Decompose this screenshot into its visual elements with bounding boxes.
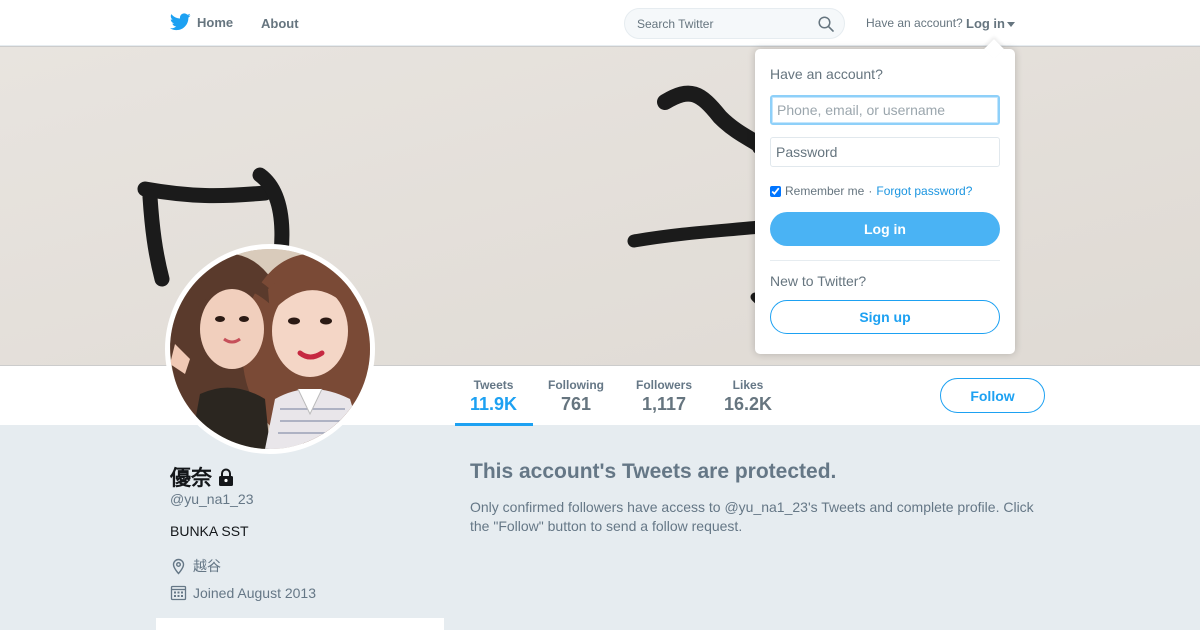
calendar-icon <box>170 585 187 601</box>
remember-me-label[interactable]: Remember me <box>785 184 864 198</box>
search-input[interactable] <box>637 17 807 31</box>
login-dropdown: Have an account? Remember me · Forgot pa… <box>755 39 1015 354</box>
remember-me-row: Remember me · Forgot password? <box>770 184 972 198</box>
stat-followers-value: 1,117 <box>641 394 687 414</box>
login-dropdown-toggle[interactable]: Log in <box>966 16 1015 31</box>
profile-handle[interactable]: @yu_na1_23 <box>170 491 254 507</box>
stat-following-value: 761 <box>560 394 592 414</box>
stat-tweets-value: 11.9K <box>470 394 518 414</box>
follow-button[interactable]: Follow <box>940 378 1045 413</box>
login-dropdown-title: Have an account? <box>770 66 883 82</box>
dropdown-divider <box>770 260 1000 261</box>
profile-name-text: 優奈 <box>170 467 212 490</box>
have-account-text: Have an account? <box>866 16 963 30</box>
stat-tweets[interactable]: Tweets 11.9K <box>470 378 517 415</box>
profile-bio: BUNKA SST <box>170 523 249 539</box>
twitter-bird-icon <box>170 13 191 31</box>
login-button[interactable]: Log in <box>770 212 1000 246</box>
search-icon[interactable] <box>818 16 834 32</box>
stat-followers-label: Followers <box>636 378 693 392</box>
protected-title: This account's Tweets are protected. <box>470 460 837 483</box>
password-field[interactable] <box>770 137 1000 167</box>
remember-me-checkbox[interactable] <box>770 185 781 197</box>
caret-down-icon <box>1007 22 1015 28</box>
nav-home[interactable]: Home <box>170 13 233 31</box>
profile-joined-text: Joined August 2013 <box>193 584 316 601</box>
search-box <box>624 8 845 39</box>
stat-following[interactable]: Following 761 <box>548 378 604 415</box>
profile-location: 越谷 <box>170 556 221 576</box>
nav-about-link[interactable]: About <box>261 16 299 31</box>
stat-likes-value: 16.2K <box>724 394 773 414</box>
username-field[interactable] <box>770 95 1000 125</box>
stat-likes-label: Likes <box>732 378 764 392</box>
active-tab-underline <box>455 423 533 426</box>
nav-home-label: Home <box>197 14 234 30</box>
profile-location-text: 越谷 <box>193 558 221 574</box>
new-to-twitter-text: New to Twitter? <box>770 273 867 289</box>
protected-description: Only confirmed followers have access to … <box>470 499 1034 534</box>
stat-likes[interactable]: Likes 16.2K <box>724 378 772 415</box>
forgot-password-link[interactable]: Forgot password? <box>876 184 972 198</box>
profile-name: 優奈 <box>170 462 234 492</box>
separator-dot: · <box>868 184 873 198</box>
location-pin-icon <box>172 558 185 575</box>
login-link-label: Log in <box>966 16 1005 31</box>
stat-tweets-label: Tweets <box>473 378 514 392</box>
stat-followers[interactable]: Followers 1,117 <box>636 378 692 415</box>
sidebar-card <box>156 618 444 630</box>
avatar-photo <box>170 249 370 449</box>
stat-following-label: Following <box>548 378 604 392</box>
lock-icon <box>219 468 233 486</box>
top-navigation: Home About Have an account? Log in <box>0 0 1200 46</box>
profile-joined-date: Joined August 2013 <box>170 584 316 601</box>
signup-button[interactable]: Sign up <box>770 300 1000 334</box>
profile-avatar[interactable] <box>165 244 375 454</box>
